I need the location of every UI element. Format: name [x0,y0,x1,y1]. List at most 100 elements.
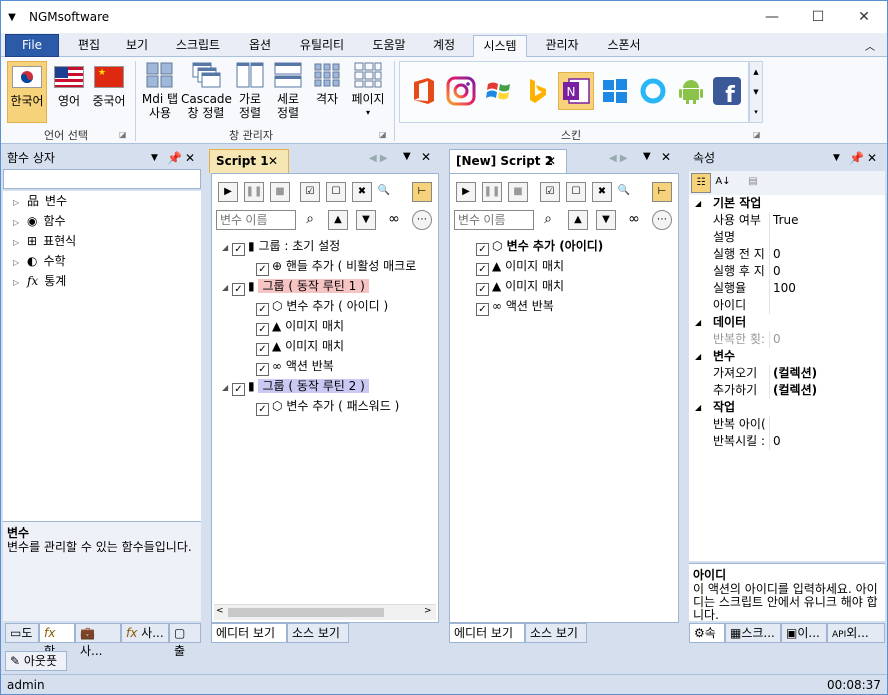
row-checkbox[interactable]: ✓ [256,323,269,336]
prop-row[interactable]: 반복한 횟: 0 [689,331,885,348]
tree-view-button[interactable]: ⊢ [412,182,432,202]
bing-skin-icon[interactable] [522,76,552,106]
prop-value[interactable]: 0 [773,263,781,280]
row-checkbox[interactable]: ✓ [256,343,269,356]
row-checkbox[interactable]: ✓ [476,263,489,276]
property-pages-icon[interactable]: ▤ [743,173,763,193]
tree-row-action-repeat[interactable]: ✓ ∞ 액션 반복 [476,296,554,316]
prop-value[interactable]: (컬렉션) [773,382,817,399]
cortana-skin-icon[interactable] [638,76,668,106]
tree-row-add-variable-id[interactable]: ✓ ⬡ 변수 추가 ( 아이디 ) [256,296,388,316]
tree-row-image-match[interactable]: ✓ ▲ 이미지 매치 [256,336,344,356]
row-checkbox[interactable]: ✓ [256,263,269,276]
prop-row[interactable]: 실행율 100 [689,280,885,297]
prop-row[interactable]: 설명 [689,229,885,246]
prop-row[interactable]: 아이디 [689,297,885,314]
tab-view[interactable]: 보기 [113,35,161,57]
tab-close-icon[interactable]: ✕ [268,150,278,172]
move-down-button[interactable]: ▼ [596,210,616,230]
file-tab[interactable]: File [5,34,59,57]
scrollbar-thumb[interactable] [228,608,384,617]
collapse-icon[interactable]: ◢ [695,348,701,365]
outline-tab[interactable]: ✎ 아웃풋 [5,651,67,671]
tree-item-statistics[interactable]: ▷ fx 통계 [13,271,66,291]
script1-editor-view-tab[interactable]: 에디터 보기 [211,623,287,643]
prop-category[interactable]: ◢ 기본 작업 [689,195,885,212]
more-icon[interactable]: ⋯ [412,210,432,230]
row-checkbox[interactable]: ✓ [256,363,269,376]
find-icon[interactable]: 🔍 [374,182,394,202]
row-checkbox[interactable]: ✓ [476,243,489,256]
grid-button[interactable]: 격자 [311,61,343,106]
windows-xp-skin-icon[interactable] [484,76,514,106]
lang-english-button[interactable]: 영어 [49,61,89,108]
tree-item-function[interactable]: ▷ ◉ 함수 [13,211,66,231]
tree-row-action-repeat[interactable]: ✓ ∞ 액션 반복 [256,356,334,376]
tree-row-group-routine-1[interactable]: ◢ ✓ ▮ 그룹 ( 동작 루틴 1 ) [222,276,369,296]
scroll-right-icon[interactable]: > [424,606,432,616]
lang-chinese-button[interactable]: ★ 중국어 [89,61,129,108]
stop-button[interactable]: ■ [508,182,528,202]
windows-skin-icon[interactable] [600,76,630,106]
prop-row[interactable]: 실행 전 지 0 [689,246,885,263]
row-checkbox[interactable]: ✓ [232,283,245,296]
tab-system[interactable]: 시스템 [473,35,527,58]
prop-value[interactable]: True [773,212,799,229]
row-checkbox[interactable]: ✓ [476,303,489,316]
row-checkbox[interactable]: ✓ [256,403,269,416]
lang-korean-button[interactable]: 한국어 [7,61,47,123]
horizontal-scrollbar[interactable]: < > [214,604,436,620]
row-checkbox[interactable]: ✓ [232,243,245,256]
close-button[interactable]: ✕ [841,1,887,33]
props-bottom-tab-properties[interactable]: ⚙속 [689,623,725,643]
prop-category[interactable]: ◢ 작업 [689,399,885,416]
row-checkbox[interactable]: ✓ [476,283,489,296]
tab-script-2[interactable]: [New] Script 2 ✕ [449,149,567,173]
tree-row-add-variable-id[interactable]: ✓ ⬡ 변수 추가 (아이디) [476,236,603,256]
office-skin-icon[interactable] [408,76,438,106]
move-up-button[interactable]: ▲ [568,210,588,230]
tab-admin[interactable]: 관리자 [535,35,589,57]
delete-button[interactable]: ✖ [592,182,612,202]
tree-item-variable[interactable]: ▷ 品 변수 [13,191,67,211]
collapse-icon[interactable]: ◢ [695,195,701,212]
prop-category[interactable]: ◢ 변수 [689,348,885,365]
scroll-left-icon[interactable]: ◀ ▶ [609,153,628,164]
loop-icon[interactable]: ∞ [384,210,404,230]
tab-help[interactable]: 도움말 [363,35,415,57]
tab-script-1[interactable]: Script 1 ✕ [209,149,289,173]
prop-value[interactable]: (컬렉션) [773,365,817,382]
tile-horizontal-button[interactable]: 가로 정렬 [233,61,267,120]
group-launcher-icon[interactable]: ◪ [119,130,127,139]
variable-search-input[interactable] [454,210,534,230]
more-icon[interactable]: ⋯ [652,210,672,230]
props-bottom-tab-script[interactable]: ▦스크... [725,623,781,643]
collapse-icon[interactable]: ◢ [695,314,701,331]
check-all-button[interactable]: ☑ [300,182,320,202]
prop-category[interactable]: ◢ 데이터 [689,314,885,331]
props-bottom-tab-external[interactable]: API외... [827,623,885,643]
doc-dropdown-icon[interactable]: ▼ [403,151,411,162]
variable-search-input[interactable] [216,210,296,230]
search-icon[interactable]: ⌕ [300,210,320,230]
doc-close-icon[interactable]: ✕ [421,150,431,164]
android-skin-icon[interactable] [676,76,706,106]
pause-button[interactable]: ❚❚ [244,182,264,202]
tab-account[interactable]: 계정 [421,35,467,57]
prop-value[interactable]: 0 [773,246,781,263]
page-button[interactable]: 페이지 ▾ [347,61,389,120]
collapse-icon[interactable]: ◢ [695,399,701,416]
search-icon[interactable]: ⌕ [538,210,558,230]
script1-source-view-tab[interactable]: 소스 보기 [287,623,349,643]
scroll-left-icon[interactable]: ◀ ▶ [369,153,388,164]
row-checkbox[interactable]: ✓ [232,383,245,396]
tree-row-add-handle[interactable]: ✓ ⊕ 핸들 추가 ( 비활성 매크로 [256,256,416,276]
tab-utility[interactable]: 유틸리티 [289,35,355,57]
scroll-left-icon[interactable]: < [216,606,224,616]
panel-dropdown-icon[interactable]: ▼ [151,147,158,169]
tree-item-expression[interactable]: ▷ ⊞ 표현식 [13,231,76,251]
script2-editor-view-tab[interactable]: 에디터 보기 [449,623,525,643]
doc-dropdown-icon[interactable]: ▼ [643,151,651,162]
play-button[interactable]: ▶ [456,182,476,202]
props-bottom-tab-image[interactable]: ▣이... [781,623,827,643]
